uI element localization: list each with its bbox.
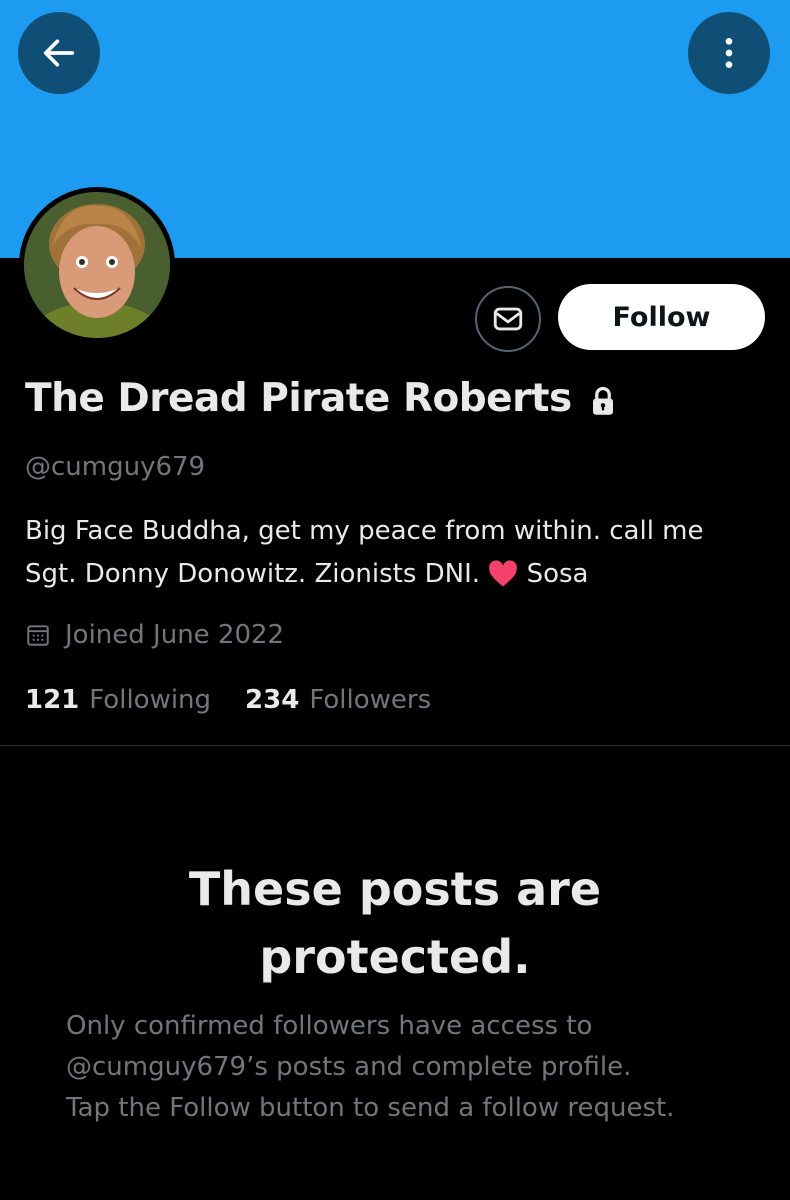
following-link[interactable]: 121 Following (25, 685, 211, 715)
follow-counts: 121 Following 234 Followers (25, 685, 431, 715)
protected-description: Only confirmed followers have access to … (66, 1006, 746, 1129)
vertical-ellipsis-icon (725, 38, 733, 68)
follow-button[interactable]: Follow (558, 284, 765, 350)
bio-line: Big Face Buddha, get my peace from withi… (25, 516, 704, 546)
profile-bio: Big Face Buddha, get my peace from withi… (25, 510, 770, 596)
followers-link[interactable]: 234 Followers (245, 685, 431, 715)
bio-line: Sgt. Donny Donowitz. Zionists DNI. Sosa (25, 553, 770, 596)
protected-description-line: Tap the Follow button to send a follow r… (66, 1093, 675, 1123)
bio-text: Sosa (526, 559, 589, 589)
following-count: 121 (25, 685, 80, 715)
bio-text: Sgt. Donny Donowitz. Zionists DNI. (25, 559, 481, 589)
message-button[interactable] (475, 286, 541, 352)
profile-name-row: The Dread Pirate Roberts (25, 376, 616, 421)
protected-description-line: @cumguy679’s posts and complete profile. (66, 1052, 632, 1082)
calendar-icon (27, 625, 49, 646)
join-date-text: Joined June 2022 (65, 620, 285, 650)
profile-handle: @cumguy679 (25, 452, 206, 482)
protected-title-line: protected. (259, 930, 531, 984)
join-date: Joined June 2022 (25, 620, 284, 650)
followers-count: 234 (245, 685, 300, 715)
protected-title-line: These posts are (188, 862, 602, 916)
lock-icon (592, 386, 613, 415)
avatar[interactable] (19, 187, 175, 343)
back-button[interactable] (18, 12, 100, 94)
arrow-left-icon (43, 39, 75, 67)
protected-description-line: Only confirmed followers have access to (66, 1011, 593, 1041)
heart-emoji (488, 559, 526, 589)
following-label: Following (89, 685, 212, 715)
display-name: The Dread Pirate Roberts (25, 376, 572, 421)
more-options-button[interactable] (688, 12, 770, 94)
divider (0, 745, 790, 746)
protected-title: These posts are protected. (0, 855, 790, 991)
mail-icon (493, 307, 523, 331)
followers-label: Followers (309, 685, 432, 715)
avatar-image (24, 192, 170, 338)
